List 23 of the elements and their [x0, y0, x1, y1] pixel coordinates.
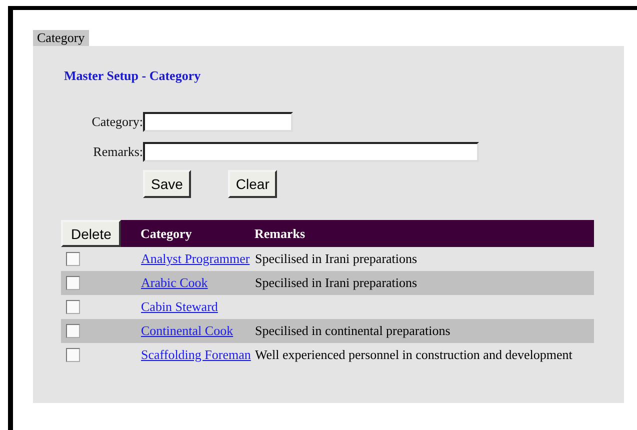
column-header: Remarks	[254, 226, 306, 242]
remarks-cell: Specilised in continental preparations	[255, 323, 450, 339]
remarks-cell: Specilised in Irani preparations	[255, 275, 418, 291]
form-button[interactable]: Save	[143, 170, 191, 198]
input-field[interactable]	[143, 142, 479, 162]
column-header: Category	[140, 226, 193, 242]
row-checkbox[interactable]	[66, 324, 80, 338]
row-checkbox[interactable]	[66, 252, 80, 266]
category-link[interactable]: Scaffolding Foreman	[141, 347, 251, 363]
field-label: Category:	[90, 114, 143, 130]
panel-tab[interactable]: Category	[33, 30, 89, 46]
field-label: Remarks:	[92, 144, 143, 160]
row-checkbox[interactable]	[66, 300, 80, 314]
row-checkbox[interactable]	[66, 276, 80, 290]
category-link[interactable]: Analyst Programmer	[141, 251, 250, 267]
input-field[interactable]	[143, 112, 293, 132]
delete-button[interactable]: Delete	[61, 220, 122, 247]
remarks-cell: Specilised in Irani preparations	[255, 251, 418, 267]
row-checkbox[interactable]	[66, 348, 80, 362]
remarks-cell: Well experienced personnel in construction and development	[255, 347, 572, 363]
page-heading: Master Setup - Category	[64, 68, 201, 84]
category-link[interactable]: Cabin Steward	[141, 299, 218, 315]
form-button[interactable]: Clear	[228, 170, 278, 198]
